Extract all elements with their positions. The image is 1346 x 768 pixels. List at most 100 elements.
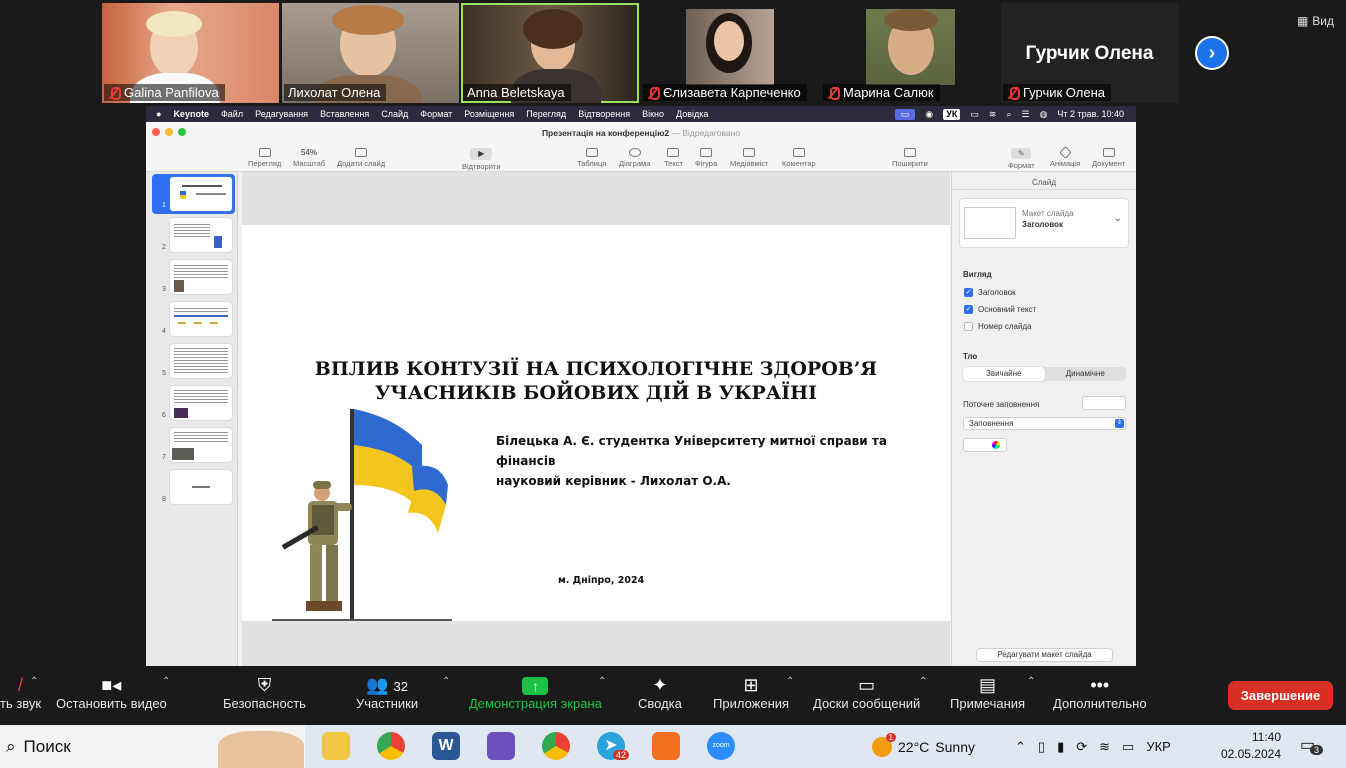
input-language[interactable]: УК <box>943 108 961 120</box>
wifi-tray-icon[interactable]: ≋ <box>1099 739 1110 755</box>
participant-tile-5[interactable]: Марина Салюк <box>821 3 998 103</box>
screen-share-status-icon[interactable]: ▭ <box>894 108 916 120</box>
menu-item-file[interactable]: Файл <box>221 109 243 119</box>
control-center-icon[interactable]: ☰ <box>1021 109 1029 120</box>
toolbar-zoom-button[interactable]: 54% Масштаб <box>293 148 325 168</box>
microphone-tray-icon[interactable]: ▮ <box>1057 739 1064 755</box>
toolbar-play-button[interactable]: ▶ Відтворити <box>462 148 501 171</box>
notifications-button[interactable]: ▭ 3 <box>1300 735 1324 755</box>
chevron-up-icon[interactable]: ⌃ <box>1015 739 1026 755</box>
slide-thumb-6[interactable] <box>170 386 232 420</box>
word-icon[interactable]: W <box>432 732 460 760</box>
current-fill-swatch[interactable] <box>1082 396 1126 410</box>
share-options-caret[interactable]: ⌃ <box>598 676 606 687</box>
menu-item-window[interactable]: Вікно <box>642 109 664 119</box>
participants-button[interactable]: 👥 32 Участники <box>356 674 418 711</box>
spotlight-icon[interactable]: ⌕ <box>1006 109 1011 120</box>
record-icon[interactable]: ◉ <box>925 109 933 120</box>
next-participants-button[interactable]: › <box>1195 36 1229 70</box>
taskbar-clock[interactable]: 11:40 02.05.2024 <box>1213 729 1281 763</box>
slide-thumb-1[interactable] <box>170 177 232 211</box>
file-explorer-icon[interactable] <box>322 732 350 760</box>
share-screen-button[interactable]: ↑ Демонстрация экрана <box>469 674 602 711</box>
checkbox-title[interactable]: ✓ Заголовок <box>964 288 1016 297</box>
soldier-with-flag-illustration[interactable] <box>272 405 452 621</box>
zoom-app-icon[interactable]: zoom <box>707 732 735 760</box>
pdf-app-icon[interactable] <box>652 732 680 760</box>
taskbar-search[interactable]: ⌕ Поиск <box>0 725 305 768</box>
menu-item-arrange[interactable]: Розміщення <box>464 109 514 119</box>
slide-thumb-8[interactable] <box>170 470 232 504</box>
apple-icon[interactable]: ● <box>156 109 161 119</box>
chrome-profile-icon[interactable] <box>542 732 570 760</box>
stop-video-button[interactable]: ■◂ Остановить видео <box>56 674 167 711</box>
notes-button[interactable]: ▤ Примечания <box>950 674 1025 711</box>
toolbar-shape-button[interactable]: Фігура <box>695 148 717 168</box>
checkbox-body[interactable]: ✓ Основний текст <box>964 305 1036 314</box>
weather-widget[interactable]: 1 22°C Sunny <box>872 725 975 768</box>
segment-normal[interactable]: Звичайне <box>963 367 1045 381</box>
wifi-icon[interactable]: ≋ <box>989 109 997 120</box>
chevron-down-icon[interactable]: ⌄ <box>1114 213 1122 224</box>
chrome-icon[interactable] <box>377 732 405 760</box>
color-well[interactable] <box>963 438 1007 452</box>
toolbar-table-button[interactable]: Таблиця <box>577 148 606 168</box>
toolbar-document-button[interactable]: Документ <box>1092 148 1125 168</box>
whiteboards-button[interactable]: ▭ Доски сообщений <box>813 674 920 711</box>
toolbar-format-button[interactable]: ✎ Формат <box>1008 148 1035 170</box>
update-icon[interactable]: ⟳ <box>1076 739 1087 755</box>
whiteboards-options-caret[interactable]: ⌃ <box>919 676 927 687</box>
toolbar-add-slide-button[interactable]: Додати слайд <box>337 148 385 168</box>
save-app-icon[interactable] <box>487 732 515 760</box>
toolbar-chart-button[interactable]: Діаграма <box>619 148 650 168</box>
slide-thumb-5[interactable] <box>170 344 232 378</box>
slide-author[interactable]: Білецька А. Є. студентка Університету ми… <box>496 431 950 491</box>
notes-options-caret[interactable]: ⌃ <box>1027 676 1035 687</box>
slide-thumb-3[interactable] <box>170 260 232 294</box>
toolbar-share-button[interactable]: Поширити <box>892 148 928 168</box>
toolbar-comment-button[interactable]: Коментар <box>782 148 816 168</box>
edit-slide-layout-button[interactable]: Редагувати макет слайда <box>976 648 1113 662</box>
apps-button[interactable]: ⊞ Приложения <box>713 674 789 711</box>
more-button[interactable]: ••• Дополнительно <box>1053 674 1147 711</box>
inspector-tab-slide[interactable]: Слайд <box>952 172 1136 190</box>
toolbar-animate-button[interactable]: Анімація <box>1050 146 1080 168</box>
menu-app-name[interactable]: Keynote <box>173 109 209 119</box>
checkbox-slide-number[interactable]: Номер слайда <box>964 322 1032 331</box>
menu-item-help[interactable]: Довідка <box>676 109 708 119</box>
participant-tile-3-active[interactable]: Anna Beletskaya <box>461 3 639 103</box>
slide-layout-picker[interactable]: Макет слайда Заголовок ⌄ <box>959 198 1129 248</box>
security-button[interactable]: ⛨ Безопасность <box>223 674 306 711</box>
current-slide[interactable]: ВПЛИВ КОНТУЗІЇ НА ПСИХОЛОГІЧНЕ ЗДОРОВ’Я … <box>242 225 950 621</box>
participant-tile-4[interactable]: Єлизавета Карпеченко <box>641 3 818 103</box>
toolbar-view-button[interactable]: Перегляд <box>248 148 281 168</box>
toolbar-text-button[interactable]: Текст <box>664 148 683 168</box>
device-icon[interactable]: ▯ <box>1038 739 1045 755</box>
slide-thumb-4[interactable] <box>170 302 232 336</box>
apps-options-caret[interactable]: ⌃ <box>786 676 794 687</box>
battery-tray-icon[interactable]: ▭ <box>1122 739 1134 755</box>
audio-options-caret[interactable]: ⌃ <box>30 676 38 687</box>
siri-icon[interactable]: ◍ <box>1040 109 1048 120</box>
menu-item-format[interactable]: Формат <box>420 109 452 119</box>
video-options-caret[interactable]: ⌃ <box>162 676 170 687</box>
slide-thumb-2[interactable] <box>170 218 232 252</box>
slide-thumb-7[interactable] <box>170 428 232 462</box>
fill-type-select[interactable]: Заповнення ⇕ <box>963 417 1126 430</box>
menu-item-play[interactable]: Відтворення <box>578 109 630 119</box>
menu-item-slide[interactable]: Слайд <box>381 109 408 119</box>
end-meeting-button[interactable]: Завершение <box>1228 681 1333 710</box>
participants-options-caret[interactable]: ⌃ <box>442 676 450 687</box>
view-button[interactable]: ▦ Вид <box>1297 14 1334 28</box>
menu-item-insert[interactable]: Вставлення <box>320 109 369 119</box>
slide-city-year[interactable]: м. Дніпро, 2024 <box>558 575 644 586</box>
participant-tile-2[interactable]: Лихолат Олена <box>282 3 459 103</box>
battery-icon[interactable]: ▭ <box>970 109 979 120</box>
summary-button[interactable]: ✦ Сводка <box>638 674 682 711</box>
segment-dynamic[interactable]: Динамічне <box>1045 367 1127 381</box>
menu-item-view[interactable]: Перегляд <box>526 109 566 119</box>
menu-item-edit[interactable]: Редагування <box>255 109 308 119</box>
participant-tile-1[interactable]: Galina Panfilova <box>102 3 279 103</box>
participant-tile-6[interactable]: Гурчик Олена Гурчик Олена <box>1001 3 1178 103</box>
slide-title[interactable]: ВПЛИВ КОНТУЗІЇ НА ПСИХОЛОГІЧНЕ ЗДОРОВ’Я … <box>242 357 950 405</box>
